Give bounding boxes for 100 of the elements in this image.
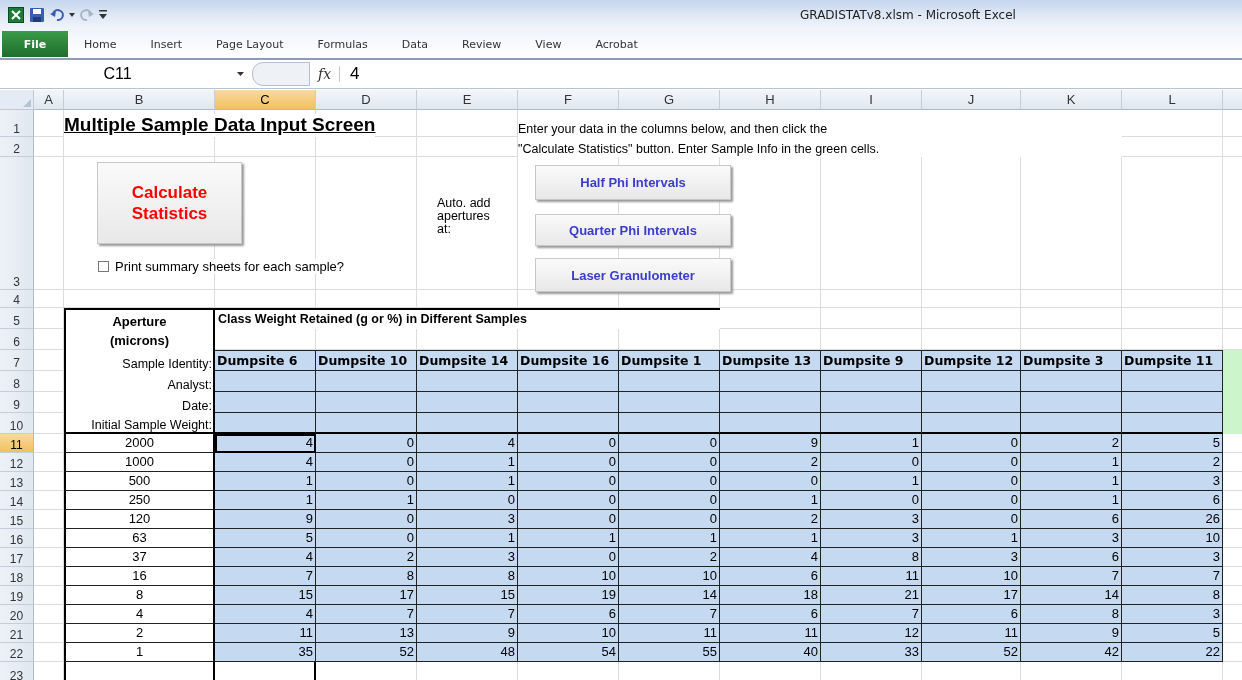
ribbon-tab[interactable]: View — [519, 37, 578, 51]
column-header[interactable]: D — [316, 90, 417, 110]
table-cell[interactable]: 10 — [1122, 529, 1223, 548]
table-cell[interactable]: 0 — [518, 472, 619, 491]
table-cell[interactable]: 8 — [316, 567, 417, 586]
table-cell[interactable]: 7 — [417, 605, 518, 624]
table-cell[interactable]: 3 — [417, 548, 518, 567]
row-header[interactable]: 18 — [0, 567, 34, 586]
customize-toolbar-icon[interactable] — [99, 10, 107, 20]
table-cell[interactable]: 54 — [518, 643, 619, 662]
table-cell[interactable]: 6 — [1021, 548, 1122, 567]
ribbon-tab[interactable]: Page Layout — [200, 37, 300, 51]
table-cell[interactable]: 11 — [922, 624, 1021, 643]
table-cell[interactable]: 3 — [1122, 548, 1223, 567]
table-cell[interactable]: 7 — [1122, 567, 1223, 586]
table-cell[interactable]: 21 — [821, 586, 922, 605]
row-header[interactable]: 21 — [0, 624, 34, 643]
table-cell[interactable]: 0 — [922, 472, 1021, 491]
table-cell[interactable]: 0 — [316, 453, 417, 472]
undo-icon[interactable] — [50, 8, 64, 22]
table-cell[interactable]: 10 — [619, 567, 720, 586]
table-cell[interactable]: 11 — [619, 624, 720, 643]
table-cell[interactable]: 9 — [417, 624, 518, 643]
input-cell[interactable] — [720, 371, 821, 392]
table-cell[interactable]: 7 — [821, 605, 922, 624]
table-cell[interactable]: 0 — [316, 510, 417, 529]
table-cell[interactable]: 6 — [720, 605, 821, 624]
table-cell[interactable]: 3 — [922, 548, 1021, 567]
formula-field[interactable]: 4 — [340, 64, 360, 84]
row-header[interactable]: 4 — [0, 290, 34, 308]
interval-button[interactable]: Laser Granulometer — [535, 258, 731, 292]
table-cell[interactable]: 7 — [619, 605, 720, 624]
row-header[interactable]: 17 — [0, 548, 34, 567]
sample-name-cell[interactable]: Dumpsite 6 — [215, 350, 316, 371]
table-cell[interactable]: 1 — [1021, 453, 1122, 472]
table-cell[interactable]: 10 — [518, 567, 619, 586]
insert-function-button[interactable]: fx — [310, 66, 341, 82]
table-cell[interactable]: 0 — [619, 491, 720, 510]
sample-name-cell[interactable]: Dumpsite 11 — [1122, 350, 1223, 371]
row-header[interactable]: 12 — [0, 453, 34, 472]
input-cell[interactable] — [1021, 371, 1122, 392]
table-cell[interactable]: 11 — [215, 624, 316, 643]
table-cell[interactable]: 0 — [316, 434, 417, 453]
table-cell[interactable]: 6 — [922, 605, 1021, 624]
input-cell[interactable] — [316, 413, 417, 434]
input-cell[interactable] — [821, 413, 922, 434]
table-cell[interactable]: 1 — [417, 472, 518, 491]
table-cell[interactable]: 12 — [821, 624, 922, 643]
table-cell[interactable]: 2 — [720, 453, 821, 472]
table-cell[interactable]: 0 — [922, 510, 1021, 529]
table-cell[interactable]: 33 — [821, 643, 922, 662]
table-cell[interactable]: 4 — [417, 434, 518, 453]
table-cell[interactable]: 1 — [1021, 491, 1122, 510]
table-cell[interactable]: 4 — [215, 548, 316, 567]
input-cell[interactable] — [417, 371, 518, 392]
column-header[interactable]: H — [720, 90, 821, 110]
table-cell[interactable]: 11 — [821, 567, 922, 586]
input-cell[interactable] — [417, 392, 518, 413]
table-cell[interactable]: 13 — [316, 624, 417, 643]
sample-name-cell[interactable]: Dumpsite 13 — [720, 350, 821, 371]
table-cell[interactable]: 2 — [720, 510, 821, 529]
table-cell[interactable]: 7 — [1021, 567, 1122, 586]
table-cell[interactable]: 15 — [417, 586, 518, 605]
table-cell[interactable]: 3 — [821, 510, 922, 529]
checkbox[interactable] — [98, 261, 109, 272]
row-header[interactable]: 19 — [0, 586, 34, 605]
table-cell[interactable]: 10 — [518, 624, 619, 643]
input-cell[interactable] — [1021, 413, 1122, 434]
table-cell[interactable]: 22 — [1122, 643, 1223, 662]
row-header[interactable]: 3 — [0, 157, 34, 290]
table-cell[interactable]: 5 — [1122, 624, 1223, 643]
row-header[interactable]: 10 — [0, 413, 34, 434]
sample-name-cell[interactable]: Dumpsite 10 — [316, 350, 417, 371]
sample-name-cell[interactable]: Dumpsite 16 — [518, 350, 619, 371]
table-cell[interactable]: 5 — [1122, 434, 1223, 453]
table-cell[interactable]: 4 — [215, 434, 316, 453]
table-cell[interactable]: 1 — [417, 529, 518, 548]
table-cell[interactable]: 15 — [215, 586, 316, 605]
input-cell[interactable] — [518, 413, 619, 434]
ribbon-tab[interactable]: Insert — [134, 37, 199, 51]
row-header[interactable]: 16 — [0, 529, 34, 548]
row-header[interactable]: 15 — [0, 510, 34, 529]
table-cell[interactable]: 0 — [821, 491, 922, 510]
dropdown-caret-icon[interactable] — [237, 72, 244, 76]
table-cell[interactable]: 3 — [417, 510, 518, 529]
sample-name-cell[interactable]: Dumpsite 3 — [1021, 350, 1122, 371]
table-cell[interactable]: 3 — [821, 529, 922, 548]
input-cell[interactable] — [922, 413, 1021, 434]
table-cell[interactable]: 18 — [720, 586, 821, 605]
table-cell[interactable]: 3 — [1021, 529, 1122, 548]
table-cell[interactable]: 48 — [417, 643, 518, 662]
ribbon-tab[interactable]: Acrobat — [579, 37, 654, 51]
table-cell[interactable]: 8 — [821, 548, 922, 567]
table-cell[interactable]: 1 — [215, 491, 316, 510]
column-header[interactable]: B — [64, 90, 215, 110]
input-cell[interactable] — [619, 392, 720, 413]
table-cell[interactable]: 0 — [922, 491, 1021, 510]
column-header[interactable]: F — [518, 90, 619, 110]
column-header[interactable]: L — [1122, 90, 1223, 110]
input-cell[interactable] — [1122, 392, 1223, 413]
